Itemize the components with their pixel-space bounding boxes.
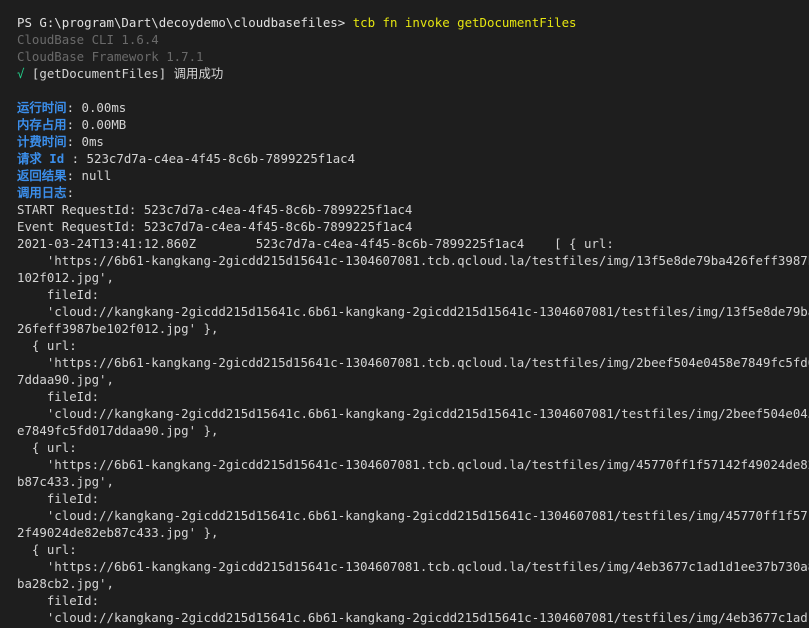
log-line: fileId:: [17, 593, 100, 608]
field-label: 计费时间: [17, 134, 67, 149]
log-line: 'cloud://kangkang-2gicdd215d15641c.6b61-…: [17, 406, 809, 421]
prompt-line: PS G:\program\Dart\decoydemo\cloudbasefi…: [17, 14, 809, 31]
framework-version: CloudBase Framework 1.7.1: [17, 49, 204, 64]
log-line: 2021-03-24T13:41:12.860Z 523c7d7a-c4ea-4…: [17, 236, 614, 251]
log-line: 'https://6b61-kangkang-2gicdd215d15641c-…: [17, 457, 809, 472]
field-value: 0ms: [81, 134, 104, 149]
cli-version: CloudBase CLI 1.6.4: [17, 32, 159, 47]
log-line: ba28cb2.jpg',: [17, 576, 114, 591]
log-line: 'cloud://kangkang-2gicdd215d15641c.6b61-…: [17, 304, 809, 319]
field-separator: :: [66, 185, 75, 200]
field-separator: :: [66, 100, 82, 115]
field-value: 0.00ms: [81, 100, 127, 115]
field-label: 内存占用: [17, 117, 67, 132]
log-line: 2f49024de82eb87c433.jpg' },: [17, 525, 219, 540]
prompt-path: PS G:\program\Dart\decoydemo\cloudbasefi…: [17, 15, 353, 30]
terminal-output[interactable]: PS G:\program\Dart\decoydemo\cloudbasefi…: [0, 0, 809, 628]
field-label: 调用日志: [17, 185, 67, 200]
log-line: 7ddaa90.jpg',: [17, 372, 114, 387]
result-field-row: 计费时间: 0ms: [17, 133, 809, 150]
prompt-command: tcb fn invoke getDocumentFiles: [352, 15, 577, 30]
log-line: 'https://6b61-kangkang-2gicdd215d15641c-…: [17, 559, 809, 574]
field-separator: :: [66, 168, 82, 183]
log-line: Event RequestId: 523c7d7a-c4ea-4f45-8c6b…: [17, 219, 413, 234]
success-line: √ [getDocumentFiles] 调用成功: [17, 65, 809, 82]
result-field-row: 请求 Id : 523c7d7a-c4ea-4f45-8c6b-7899225f…: [17, 150, 809, 167]
field-label: 返回结果: [17, 168, 67, 183]
invoke-log: START RequestId: 523c7d7a-c4ea-4f45-8c6b…: [17, 201, 809, 626]
log-line: fileId:: [17, 491, 100, 506]
log-line: { url:: [17, 542, 77, 557]
field-label: 请求 Id: [17, 151, 72, 166]
log-line: 'https://6b61-kangkang-2gicdd215d15641c-…: [17, 253, 809, 268]
log-line: b87c433.jpg',: [17, 474, 114, 489]
log-line: 26feff3987be102f012.jpg' },: [17, 321, 219, 336]
log-line: 'cloud://kangkang-2gicdd215d15641c.6b61-…: [17, 508, 809, 523]
log-line: e7849fc5fd017ddaa90.jpg' },: [17, 423, 219, 438]
result-fields: 运行时间: 0.00ms 内存占用: 0.00MB 计费时间: 0ms 请求 Id :…: [17, 99, 809, 201]
success-message: [getDocumentFiles] 调用成功: [24, 66, 224, 81]
log-line: { url:: [17, 440, 77, 455]
field-separator: :: [66, 134, 82, 149]
log-line: 102f012.jpg',: [17, 270, 114, 285]
result-field-row: 调用日志:: [17, 184, 809, 201]
field-value: 0.00MB: [81, 117, 127, 132]
field-value: null: [81, 168, 112, 183]
result-field-row: 内存占用: 0.00MB: [17, 116, 809, 133]
log-line: { url:: [17, 338, 77, 353]
log-line: fileId:: [17, 389, 100, 404]
field-separator: :: [66, 117, 82, 132]
field-label: 运行时间: [17, 100, 67, 115]
log-line: 'https://6b61-kangkang-2gicdd215d15641c-…: [17, 355, 809, 370]
result-field-row: 运行时间: 0.00ms: [17, 99, 809, 116]
log-line: 'cloud://kangkang-2gicdd215d15641c.6b61-…: [17, 610, 809, 625]
field-separator: :: [71, 151, 87, 166]
log-line: START RequestId: 523c7d7a-c4ea-4f45-8c6b…: [17, 202, 413, 217]
result-field-row: 返回结果: null: [17, 167, 809, 184]
field-value: 523c7d7a-c4ea-4f45-8c6b-7899225f1ac4: [86, 151, 356, 166]
log-line: fileId:: [17, 287, 100, 302]
